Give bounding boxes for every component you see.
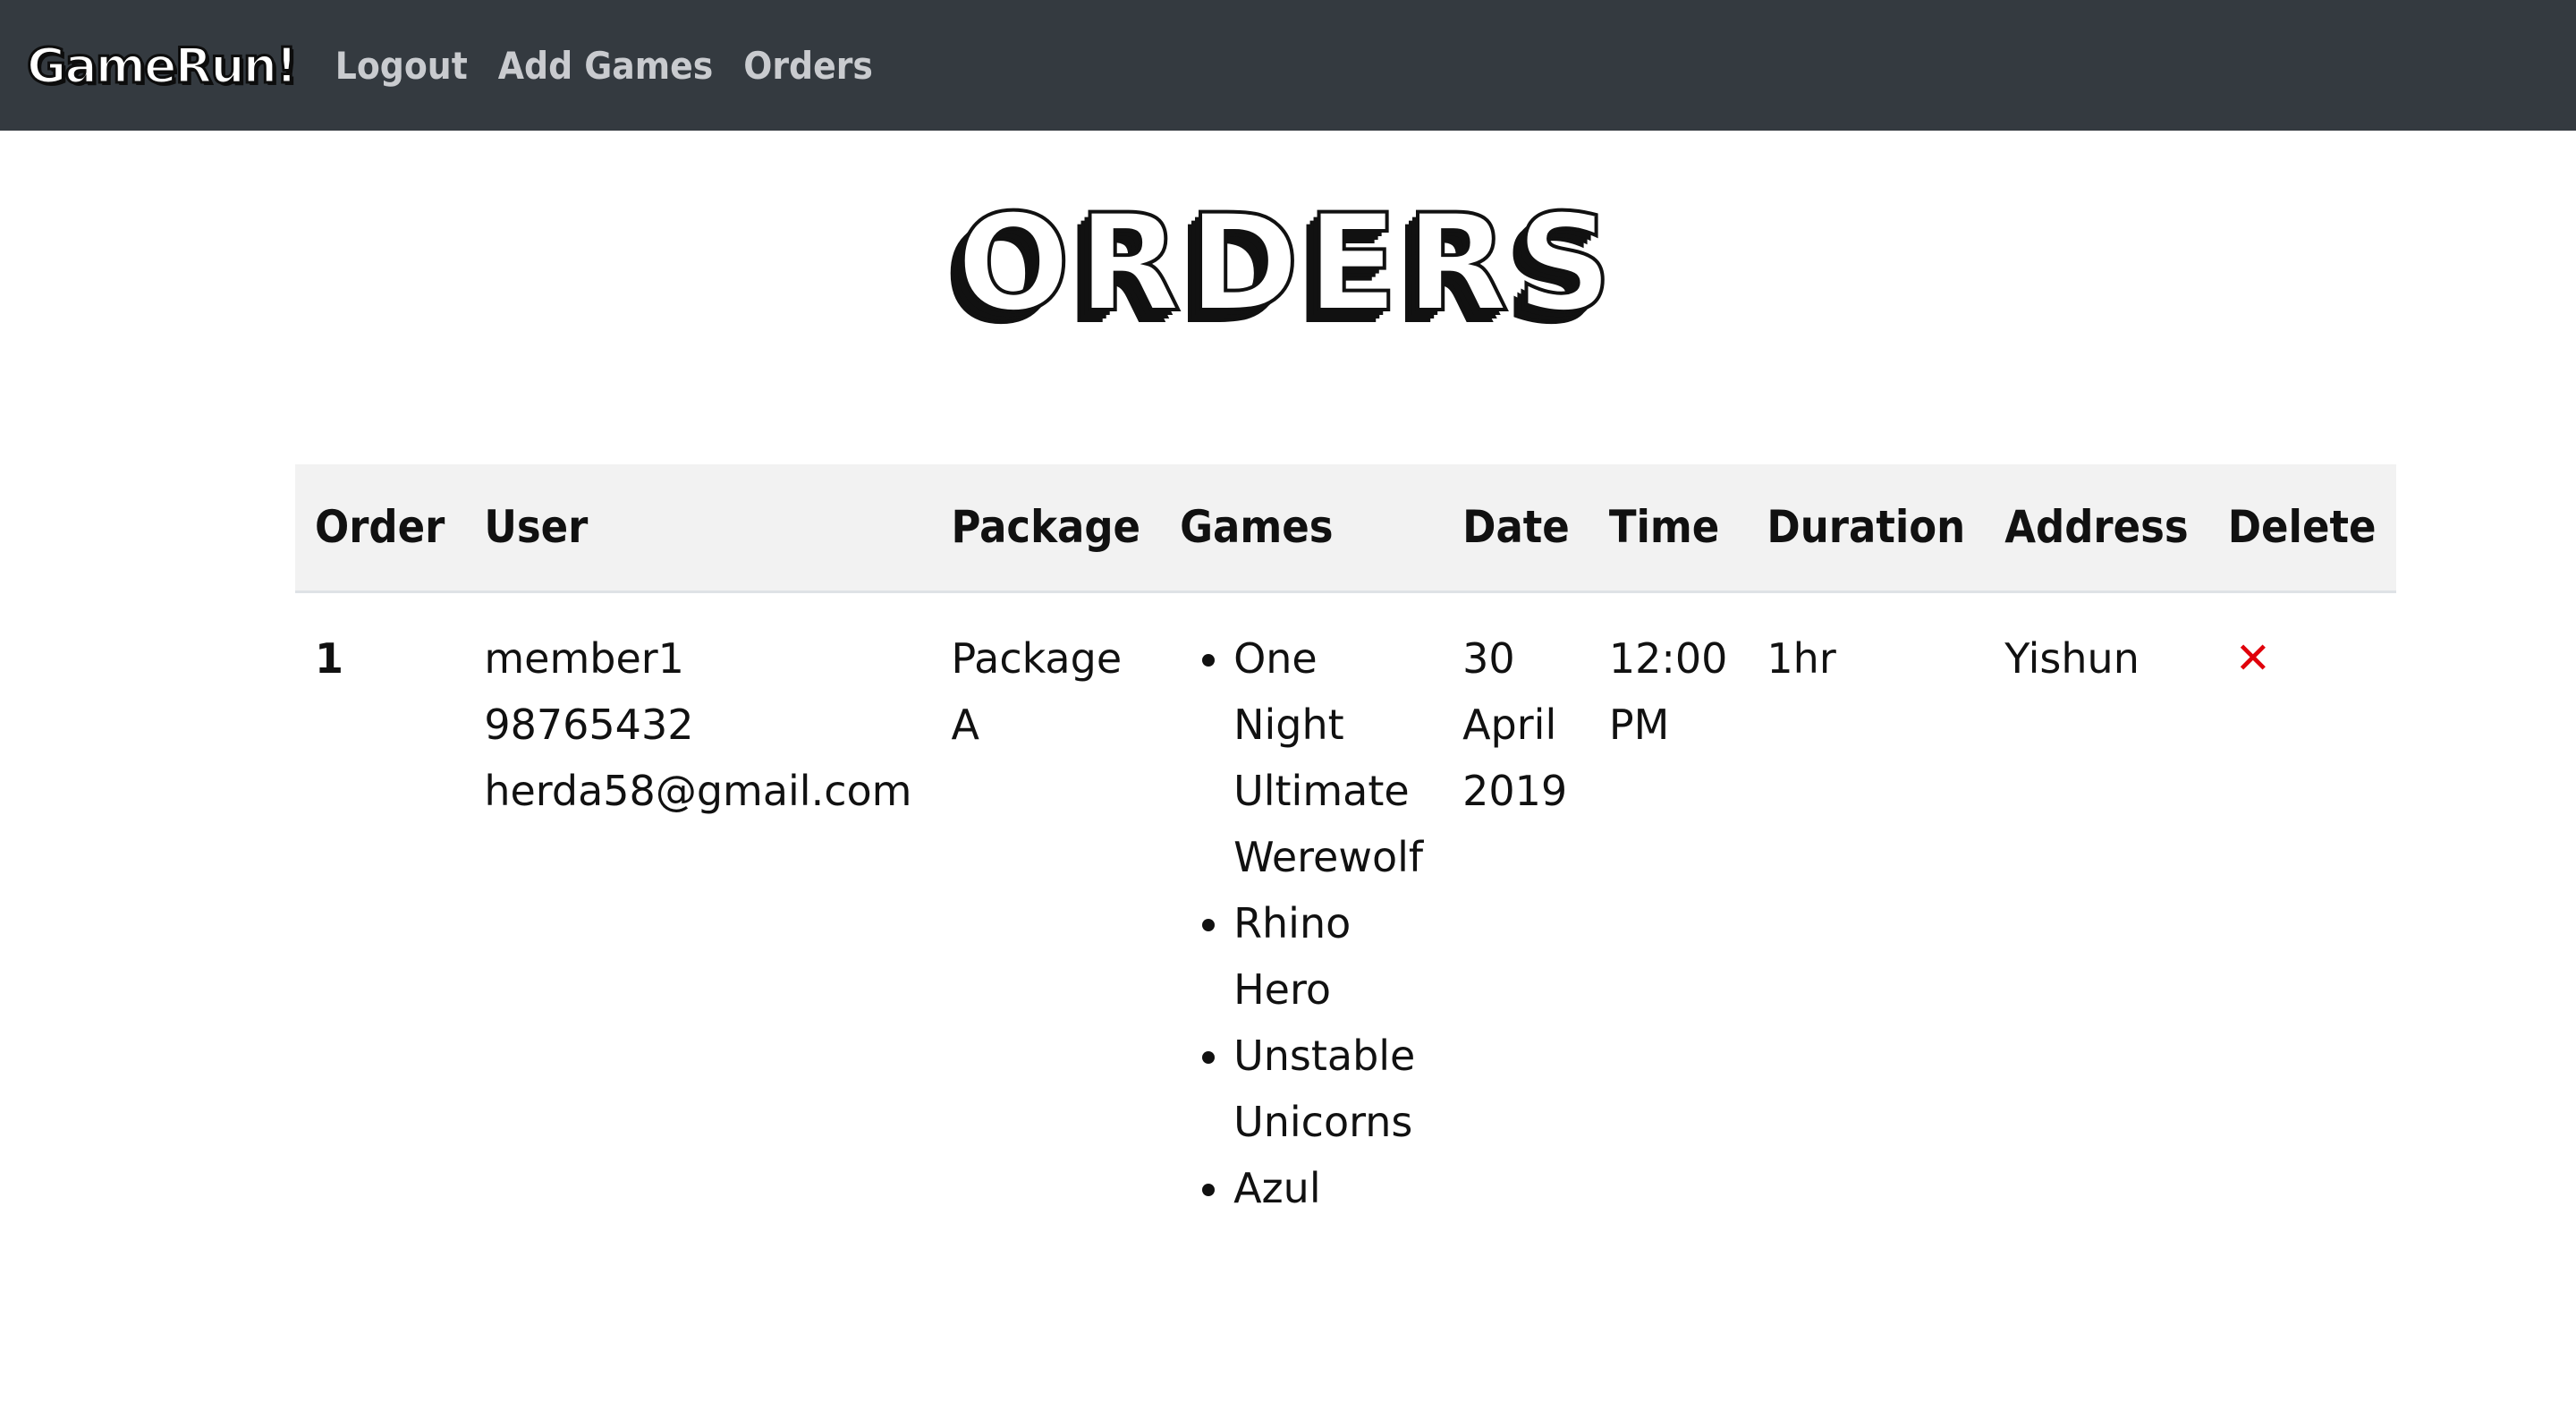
date-cell: 30 April 2019 — [1462, 633, 1568, 815]
order-number: 1 — [315, 633, 344, 683]
header-package: Package — [951, 501, 1141, 554]
game-item: Unstable Unicorns — [1233, 1023, 1423, 1155]
table-header: Order User Package Games Date Time Durat… — [295, 464, 2396, 591]
header-games: Games — [1180, 501, 1334, 554]
game-item: One Night Ultimate Werewolf — [1233, 625, 1423, 890]
delete-cell: ✕ — [2208, 591, 2396, 1221]
duration-cell: 1hr — [1767, 633, 1836, 683]
nav-link-logout[interactable]: Logout — [335, 44, 468, 88]
table-header-row: Order User Package Games Date Time Durat… — [295, 464, 2396, 591]
game-item: Azul — [1233, 1155, 1423, 1221]
page-title-container: ORDERS — [0, 186, 2576, 342]
time-cell: 12:00 PM — [1608, 633, 1728, 749]
package-cell: Package A — [951, 633, 1123, 749]
header-time: Time — [1608, 501, 1720, 554]
header-address: Address — [2004, 501, 2189, 554]
header-delete: Delete — [2227, 501, 2377, 554]
nav-link-orders[interactable]: Orders — [743, 44, 873, 88]
table-body: 1 member1 98765432 herda58@gmail.com Pac… — [295, 591, 2396, 1221]
user-email: herda58@gmail.com — [484, 766, 912, 815]
user-name: member1 — [484, 633, 684, 683]
header-order: Order — [315, 501, 445, 554]
address-cell: Yishun — [2004, 633, 2140, 683]
header-date: Date — [1462, 501, 1570, 554]
top-navbar: GameRun! Logout Add Games Orders — [0, 0, 2576, 131]
table-row: 1 member1 98765432 herda58@gmail.com Pac… — [295, 591, 2396, 1221]
header-user: User — [484, 501, 589, 554]
games-list: One Night Ultimate Werewolf Rhino Hero U… — [1180, 625, 1423, 1221]
delete-close-icon[interactable]: ✕ — [2235, 625, 2271, 692]
brand-logo[interactable]: GameRun! — [26, 36, 300, 95]
user-phone: 98765432 — [484, 700, 694, 749]
nav-link-add-games[interactable]: Add Games — [498, 44, 714, 88]
orders-table: Order User Package Games Date Time Durat… — [295, 464, 2396, 1221]
games-cell: One Night Ultimate Werewolf Rhino Hero U… — [1160, 591, 1443, 1221]
header-duration: Duration — [1767, 501, 1966, 554]
user-cell: member1 98765432 herda58@gmail.com — [464, 591, 931, 1221]
game-item: Rhino Hero — [1233, 890, 1423, 1023]
page-title: ORDERS — [954, 186, 1620, 342]
